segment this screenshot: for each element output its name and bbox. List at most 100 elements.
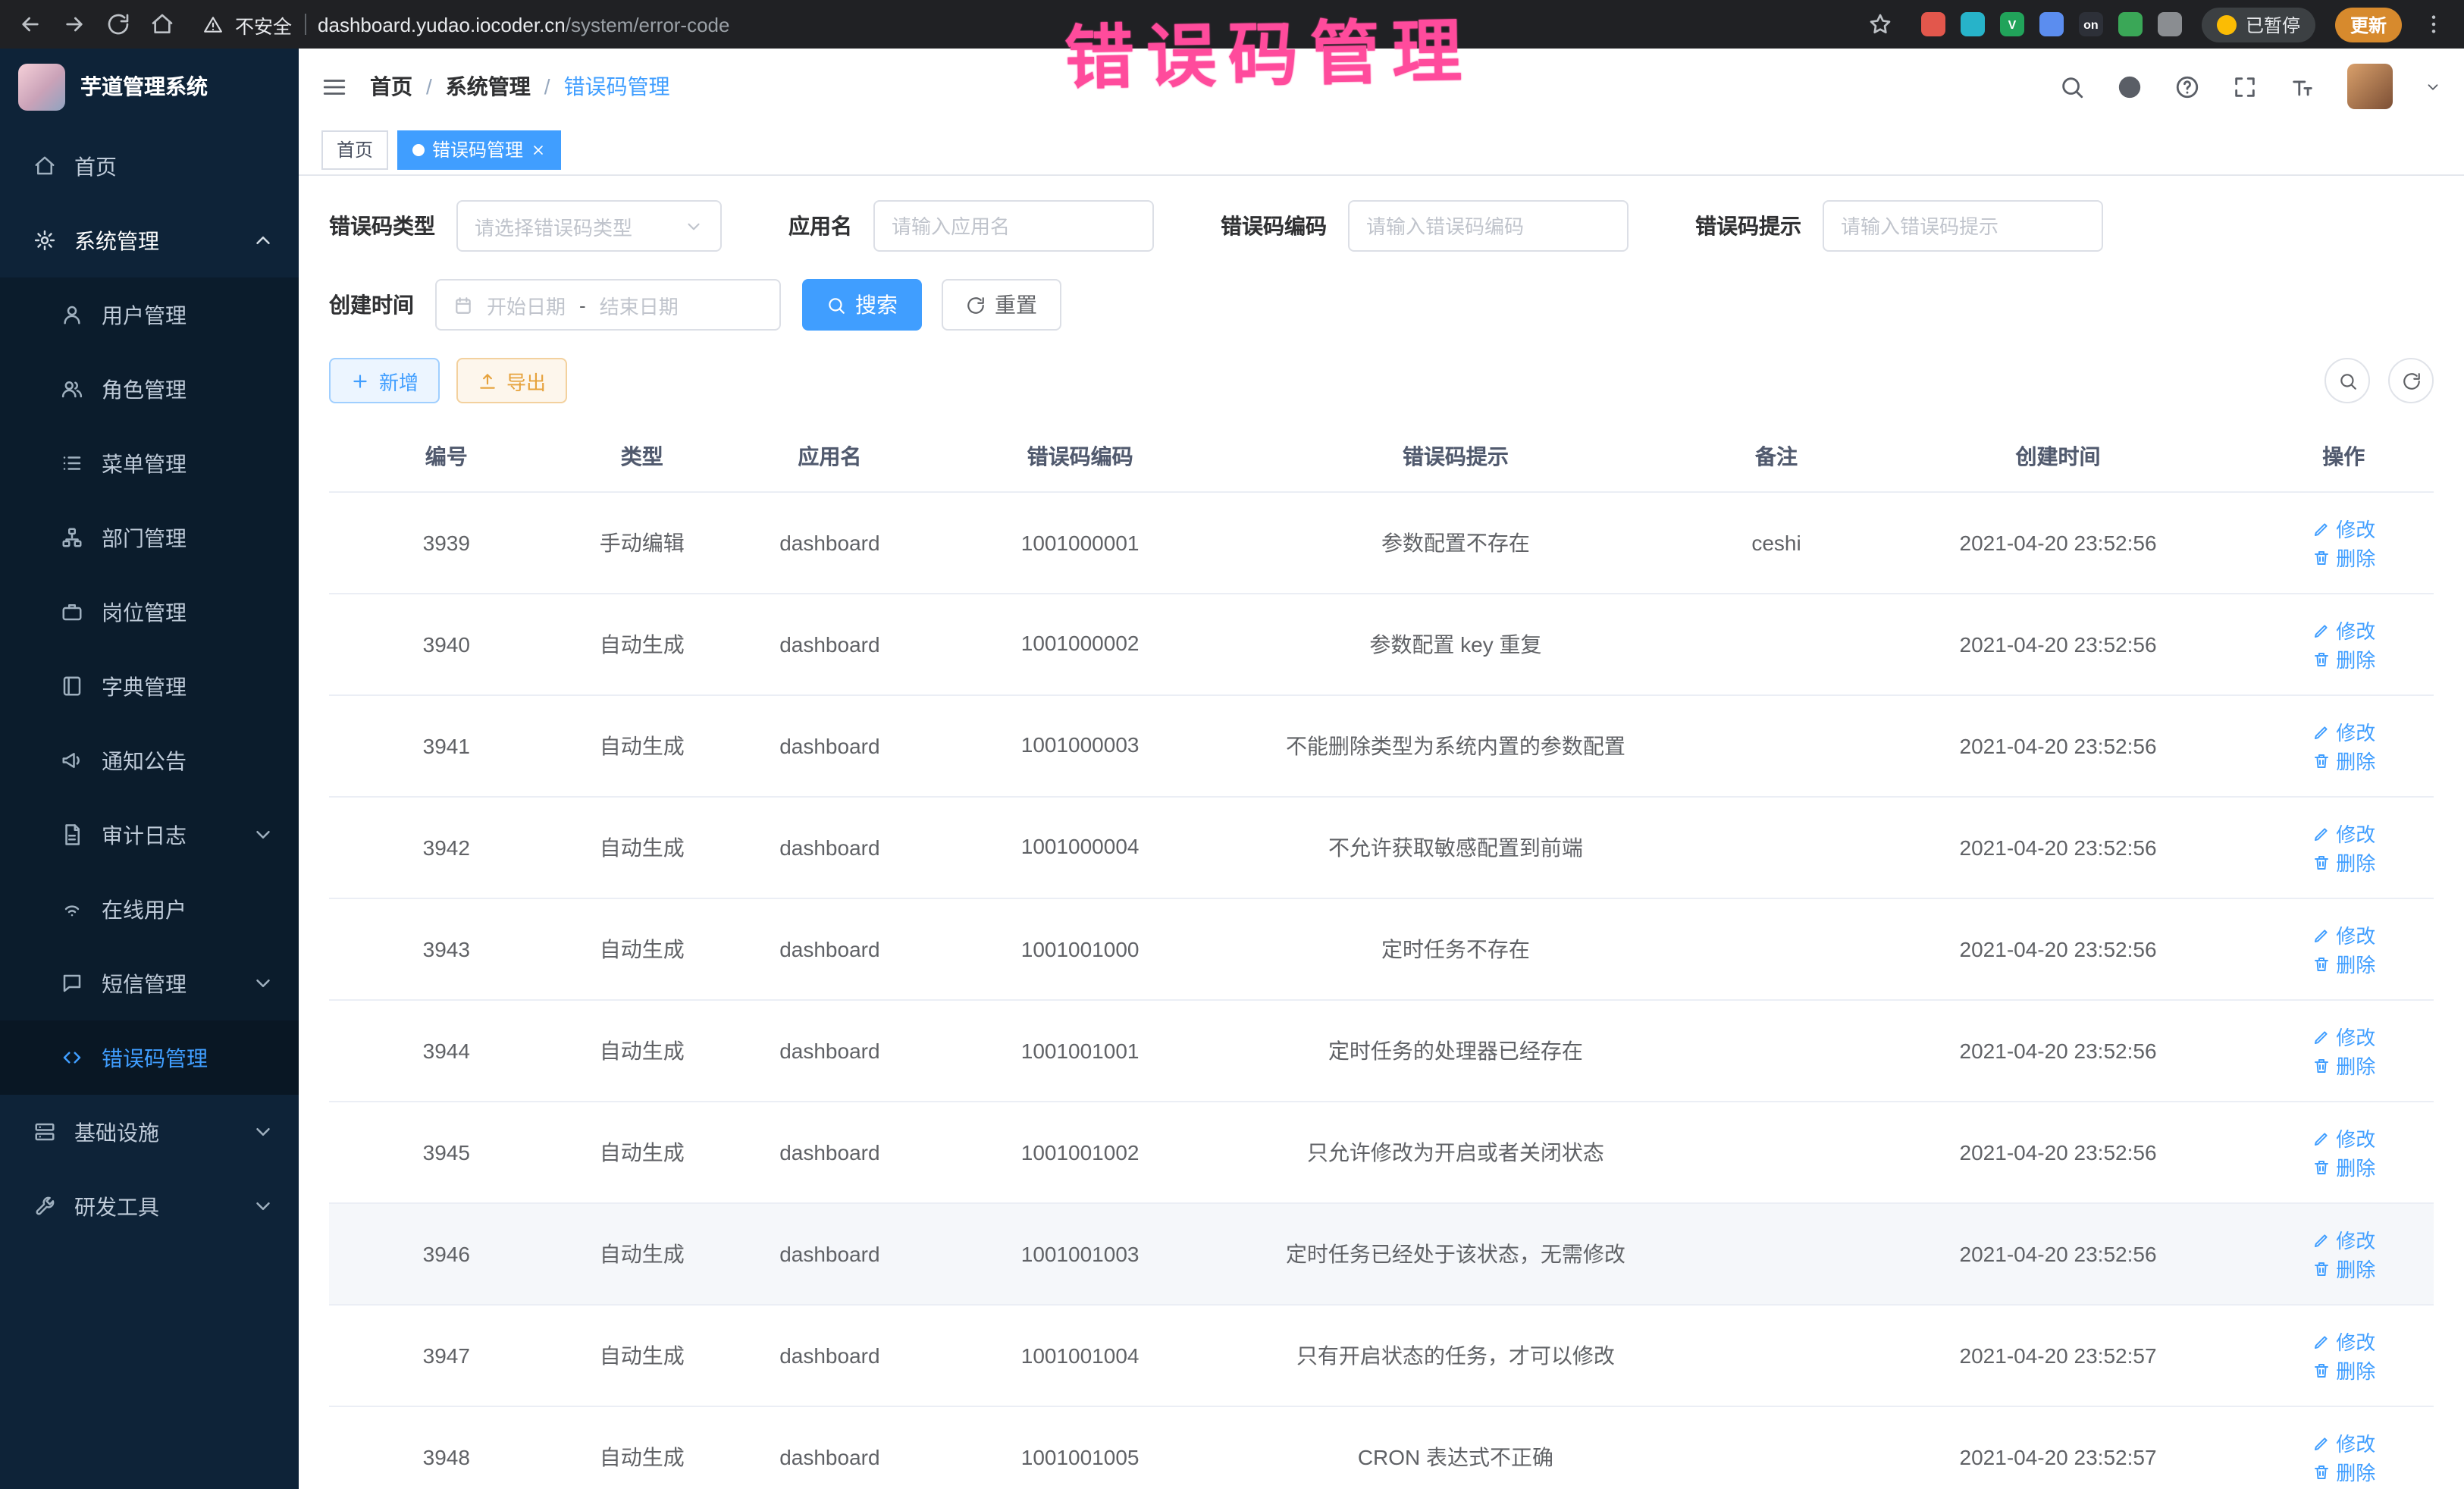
edit-link[interactable]: 修改 — [2312, 717, 2375, 746]
breadcrumb-item[interactable]: 系统管理 — [446, 71, 531, 102]
reset-button[interactable]: 重置 — [942, 279, 1061, 331]
cell-created-time: 2021-04-20 23:52:56 — [1863, 1203, 2254, 1305]
edit-link[interactable]: 修改 — [2312, 1327, 2375, 1356]
cell-memo — [1691, 1203, 1863, 1305]
browser-menu-icon[interactable] — [2422, 12, 2446, 36]
bookmark-star-icon[interactable] — [1868, 12, 1892, 36]
app-logo — [18, 63, 65, 110]
search-button[interactable]: 搜索 — [802, 279, 922, 331]
extension-icon[interactable] — [2118, 12, 2143, 36]
error-code-input[interactable] — [1348, 200, 1629, 252]
cell-operations: 修改删除 — [2254, 1406, 2434, 1489]
security-label[interactable]: 不安全 — [235, 10, 292, 39]
table-refresh-button[interactable] — [2388, 358, 2434, 403]
delete-link[interactable]: 删除 — [2312, 746, 2375, 775]
update-button[interactable]: 更新 — [2335, 7, 2402, 42]
edit-link[interactable]: 修改 — [2312, 1428, 2375, 1457]
forward-icon[interactable] — [62, 12, 86, 36]
sidebar-item-menu[interactable]: 菜单管理 — [0, 426, 299, 500]
breadcrumb-item[interactable]: 首页 — [370, 71, 412, 102]
header-search-icon[interactable] — [2059, 74, 2085, 99]
extension-icon[interactable]: on — [2079, 12, 2103, 36]
sidebar-item-error-code[interactable]: 错误码管理 — [0, 1020, 299, 1095]
trash-icon — [2312, 548, 2330, 566]
sidebar-item-post[interactable]: 岗位管理 — [0, 575, 299, 649]
extension-icon[interactable] — [1961, 12, 1985, 36]
delete-link[interactable]: 删除 — [2312, 949, 2375, 978]
delete-link-label: 删除 — [2336, 1457, 2375, 1486]
sidebar-item-dict[interactable]: 字典管理 — [0, 649, 299, 723]
reload-icon[interactable] — [106, 12, 130, 36]
edit-link[interactable]: 修改 — [2312, 1225, 2375, 1254]
cell-memo — [1691, 1102, 1863, 1203]
sidebar-item-devtools[interactable]: 研发工具 — [0, 1169, 299, 1243]
tab-error-code[interactable]: 错误码管理 — [397, 130, 561, 169]
edit-link[interactable]: 修改 — [2312, 920, 2375, 949]
edit-link[interactable]: 修改 — [2312, 616, 2375, 644]
extension-icon[interactable] — [2039, 12, 2064, 36]
github-icon[interactable] — [2117, 74, 2143, 99]
edit-icon — [2312, 1129, 2330, 1147]
delete-link[interactable]: 删除 — [2312, 1356, 2375, 1384]
edit-link[interactable]: 修改 — [2312, 1022, 2375, 1051]
close-icon[interactable] — [531, 142, 546, 157]
app-name-input[interactable] — [873, 200, 1154, 252]
avatar[interactable] — [2347, 64, 2393, 109]
browser-home-icon[interactable] — [150, 12, 174, 36]
delete-link[interactable]: 删除 — [2312, 1457, 2375, 1486]
export-button[interactable]: 导出 — [456, 358, 567, 403]
user-menu-caret-icon[interactable] — [2425, 78, 2441, 95]
edit-icon — [2312, 621, 2330, 639]
cell-created-time: 2021-04-20 23:52:56 — [1863, 1102, 2254, 1203]
toggle-search-button[interactable] — [2324, 358, 2370, 403]
delete-link-label: 删除 — [2336, 1051, 2375, 1080]
table-row: 3939手动编辑dashboard1001000001参数配置不存在ceshi2… — [329, 492, 2434, 594]
error-hint-input[interactable] — [1823, 200, 2103, 252]
delete-link[interactable]: 删除 — [2312, 543, 2375, 572]
sidebar-item-sms[interactable]: 短信管理 — [0, 946, 299, 1020]
cell-operations: 修改删除 — [2254, 1000, 2434, 1102]
cell-operations: 修改删除 — [2254, 1305, 2434, 1406]
delete-link[interactable]: 删除 — [2312, 644, 2375, 673]
delete-link[interactable]: 删除 — [2312, 1051, 2375, 1080]
sidebar-item-audit-log[interactable]: 审计日志 — [0, 798, 299, 872]
cell-memo — [1691, 1000, 1863, 1102]
column-header: 创建时间 — [1863, 422, 2254, 492]
extension-icon[interactable]: V — [2000, 12, 2024, 36]
sidebar-item-label: 系统管理 — [74, 225, 234, 255]
user-icon — [61, 303, 83, 326]
cell-type: 自动生成 — [564, 1203, 720, 1305]
tab-home[interactable]: 首页 — [321, 130, 388, 169]
sidebar-item-online-user[interactable]: 在线用户 — [0, 872, 299, 946]
breadcrumb-separator: / — [544, 74, 550, 99]
edit-link[interactable]: 修改 — [2312, 1124, 2375, 1152]
sidebar-item-system[interactable]: 系统管理 — [0, 203, 299, 277]
sidebar-item-home[interactable]: 首页 — [0, 129, 299, 203]
app-logo-row[interactable]: 芋道管理系统 — [0, 49, 299, 124]
delete-link[interactable]: 删除 — [2312, 848, 2375, 876]
extension-icon[interactable] — [2158, 12, 2182, 36]
sidebar-item-dept[interactable]: 部门管理 — [0, 500, 299, 575]
sidebar-menu: 首页系统管理用户管理角色管理菜单管理部门管理岗位管理字典管理通知公告审计日志在线… — [0, 124, 299, 1489]
address-bar[interactable]: 不安全 dashboard.yudao.iocoder.cn/system/er… — [194, 10, 1901, 39]
error-code-type-select[interactable]: 请选择错误码类型 — [456, 200, 722, 252]
add-button[interactable]: 新增 — [329, 358, 440, 403]
back-icon[interactable] — [18, 12, 42, 36]
fullscreen-icon[interactable] — [2232, 74, 2258, 99]
trash-icon — [2312, 1259, 2330, 1277]
font-size-icon[interactable] — [2290, 74, 2315, 99]
extension-icon[interactable] — [1921, 12, 1945, 36]
delete-link[interactable]: 删除 — [2312, 1254, 2375, 1283]
sidebar-item-user[interactable]: 用户管理 — [0, 277, 299, 352]
help-icon[interactable] — [2174, 74, 2200, 99]
filter-row-2: 创建时间 开始日期 - 结束日期 搜索 重置 — [329, 279, 2434, 331]
sidebar-item-role[interactable]: 角色管理 — [0, 352, 299, 426]
sidebar-toggle-icon[interactable] — [321, 74, 347, 99]
edit-link[interactable]: 修改 — [2312, 514, 2375, 543]
create-time-range[interactable]: 开始日期 - 结束日期 — [435, 279, 781, 331]
paused-badge[interactable]: 已暂停 — [2202, 7, 2315, 42]
delete-link[interactable]: 删除 — [2312, 1152, 2375, 1181]
edit-link[interactable]: 修改 — [2312, 819, 2375, 848]
sidebar-item-infra[interactable]: 基础设施 — [0, 1095, 299, 1169]
sidebar-item-notice[interactable]: 通知公告 — [0, 723, 299, 798]
